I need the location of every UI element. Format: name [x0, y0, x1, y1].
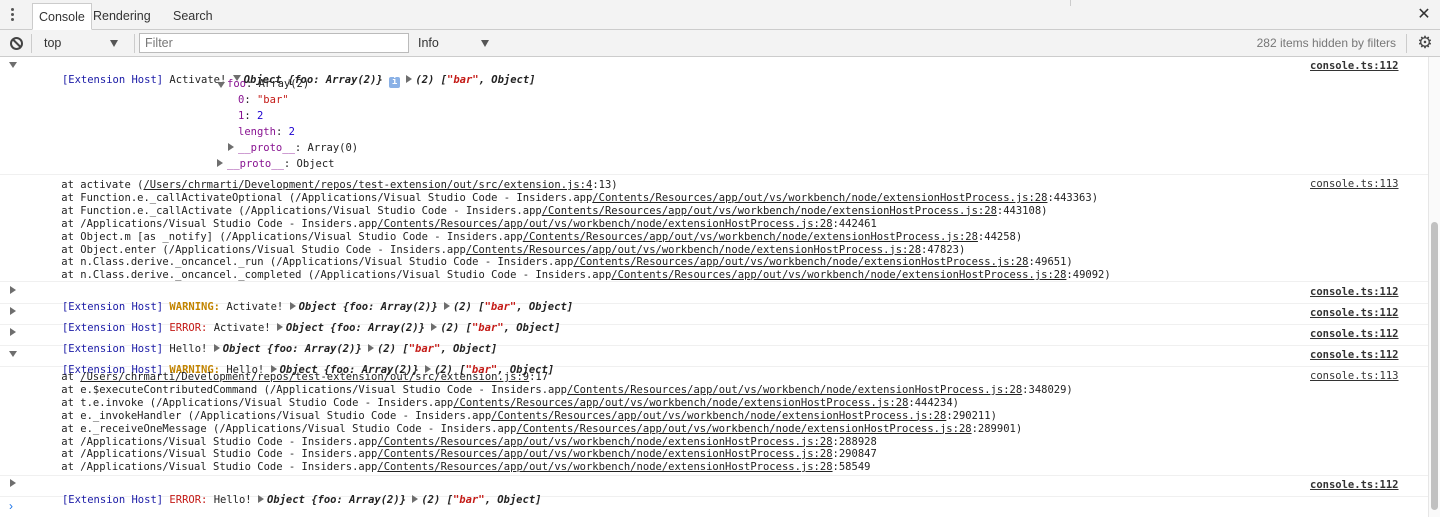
kebab-menu-icon[interactable]	[10, 8, 16, 24]
tree-row-proto[interactable]: __proto__: Array(0)	[238, 142, 358, 155]
message-tag: [Extension Host]	[61, 494, 164, 506]
stack-frame: at t.e.invoke (/Applications/Visual Stud…	[36, 396, 959, 409]
tree-row-proto[interactable]: __proto__: Object	[227, 158, 334, 171]
object-preview[interactable]: Object {foo: Array(2)}	[267, 494, 406, 506]
expand-triangle-icon[interactable]	[257, 495, 264, 503]
stack-frame-link[interactable]: /Contents/Resources/app/out/vs/workbench…	[453, 397, 908, 409]
console-messages: [Extension Host] Activate! Object {foo: …	[0, 57, 1428, 517]
divider	[1070, 0, 1071, 6]
source-link[interactable]: console.ts:112	[1310, 328, 1399, 340]
log-level-value: Info	[418, 36, 439, 50]
hidden-items-count: 282 items hidden by filters	[1256, 36, 1396, 50]
stack-frame-link[interactable]: /Contents/Resources/app/out/vs/workbench…	[377, 448, 832, 460]
expand-triangle-icon[interactable]	[412, 495, 419, 503]
stack-frame: at /Applications/Visual Studio Code - In…	[36, 448, 877, 461]
stack-frame-link[interactable]: /Contents/Resources/app/out/vs/workbench…	[573, 256, 1028, 268]
stack-frame: at n.Class.derive._oncancel._completed (…	[36, 269, 1111, 282]
source-link[interactable]: console.ts:113	[1310, 178, 1399, 190]
tab-search[interactable]: Search	[167, 3, 219, 30]
message-text: Hello!	[213, 494, 252, 506]
stack-frame: at Function.e._callActivateOptional (/Ap…	[36, 191, 1099, 204]
stack-frame: at n.Class.derive._oncancel._run (/Appli…	[36, 256, 1073, 269]
expand-triangle-icon[interactable]	[406, 75, 413, 83]
divider	[1406, 34, 1407, 53]
source-link[interactable]: console.ts:112	[1310, 60, 1399, 72]
expand-triangle-icon[interactable]	[9, 351, 17, 357]
stack-frame: at /Applications/Visual Studio Code - In…	[36, 461, 871, 474]
stack-frame: at e._invokeHandler (/Applications/Visua…	[36, 409, 997, 422]
console-message: [Extension Host] WARNING: Activate! Obje…	[0, 283, 1428, 313]
console-message: [Extension Host] Activate! Object {foo: …	[0, 57, 1428, 175]
close-icon[interactable]: ✕	[1416, 7, 1432, 23]
expand-triangle-icon[interactable]	[217, 159, 223, 167]
console-message: [Extension Host] ERROR: Hello! Object {f…	[0, 476, 1428, 506]
log-level-selector[interactable]: Info	[412, 33, 498, 54]
stack-frame: at e._receiveOneMessage (/Applications/V…	[36, 422, 1023, 435]
tab-console[interactable]: Console	[32, 3, 92, 30]
expand-triangle-icon[interactable]	[217, 82, 225, 88]
stack-frame-link[interactable]: /Contents/Resources/app/out/vs/workbench…	[567, 384, 1022, 396]
chevron-down-icon	[110, 40, 118, 47]
stack-frame-link[interactable]: /Contents/Resources/app/out/vs/workbench…	[542, 205, 997, 217]
chevron-down-icon	[481, 40, 489, 47]
prompt-chevron-icon[interactable]: ›	[9, 499, 13, 513]
source-link[interactable]: console.ts:112	[1310, 479, 1399, 491]
stack-frame-link[interactable]: /Contents/Resources/app/out/vs/workbench…	[377, 436, 832, 448]
stack-frame-link[interactable]: /Contents/Resources/app/out/vs/workbench…	[377, 461, 832, 473]
expand-triangle-icon[interactable]	[10, 307, 16, 315]
tree-row-item: 0: "bar"	[238, 94, 289, 106]
stack-frame: at activate (/Users/chrmarti/Development…	[36, 179, 618, 191]
stack-frame: at Object.m [as _notify] (/Applications/…	[36, 230, 1023, 243]
stack-frame: at Object.enter (/Applications/Visual St…	[36, 243, 966, 256]
stack-frame-link[interactable]: /Contents/Resources/app/out/vs/workbench…	[377, 218, 832, 230]
stack-frame: at Function.e._callActivate (/Applicatio…	[36, 204, 1048, 217]
expand-triangle-icon[interactable]	[228, 143, 234, 151]
stack-frame: at /Applications/Visual Studio Code - In…	[36, 217, 877, 230]
expand-triangle-icon[interactable]	[10, 328, 16, 336]
stack-frame-link[interactable]: /Contents/Resources/app/out/vs/workbench…	[491, 410, 946, 422]
source-link[interactable]: console.ts:113	[1310, 370, 1399, 382]
expand-triangle-icon[interactable]	[10, 286, 16, 294]
stack-trace: console.ts:113 at activate (/Users/chrma…	[0, 175, 1428, 282]
stack-frame: at /Applications/Visual Studio Code - In…	[36, 435, 877, 448]
divider	[31, 34, 32, 53]
stack-frame-link[interactable]: /Contents/Resources/app/out/vs/workbench…	[516, 423, 971, 435]
stack-frame-link[interactable]: /Contents/Resources/app/out/vs/workbench…	[466, 244, 921, 256]
array-preview[interactable]: (2) ["bar", Object]	[421, 494, 541, 506]
stack-frame-link[interactable]: /Contents/Resources/app/out/vs/workbench…	[611, 269, 1066, 281]
expand-triangle-icon[interactable]	[10, 479, 16, 487]
stack-frame: at e.$executeContributedCommand (/Applic…	[36, 383, 1073, 396]
tree-row-length: length: 2	[238, 126, 295, 138]
stack-frame-link[interactable]: /Contents/Resources/app/out/vs/workbench…	[523, 231, 978, 243]
info-icon[interactable]: i	[389, 77, 401, 88]
array-preview[interactable]: (2) ["bar", Object]	[415, 74, 535, 86]
message-tag: [Extension Host]	[61, 74, 164, 86]
console-message: [Extension Host] WARNING: Hello! Object …	[0, 346, 1428, 376]
tree-row-item: 1: 2	[238, 110, 264, 122]
stack-frame-link[interactable]: /Contents/Resources/app/out/vs/workbench…	[592, 192, 1047, 204]
clear-console-icon[interactable]	[10, 37, 23, 50]
expand-triangle-icon[interactable]	[9, 62, 17, 68]
stack-frame-link[interactable]: /Users/chrmarti/Development/repos/test-e…	[80, 371, 529, 383]
devtools-tab-bar: Console Rendering Search ✕	[0, 0, 1440, 30]
stack-frame: at /Users/chrmarti/Development/repos/tes…	[36, 371, 549, 383]
scrollbar-thumb[interactable]	[1431, 222, 1438, 510]
divider	[134, 34, 135, 53]
console-message: [Extension Host] ERROR: Activate! Object…	[0, 304, 1428, 334]
stack-trace: console.ts:113 at /Users/chrmarti/Develo…	[0, 367, 1428, 476]
source-link[interactable]: console.ts:112	[1310, 349, 1399, 361]
context-value: top	[44, 36, 62, 50]
source-link[interactable]: console.ts:112	[1310, 286, 1399, 298]
console-message: [Extension Host] Hello! Object {foo: Arr…	[0, 325, 1428, 355]
level-label: ERROR:	[169, 494, 208, 506]
stack-frame-link[interactable]: /Users/chrmarti/Development/repos/test-e…	[143, 179, 592, 191]
filter-input[interactable]	[139, 33, 409, 53]
tree-row-foo[interactable]: foo: Array(2)	[227, 78, 309, 91]
source-link[interactable]: console.ts:112	[1310, 307, 1399, 319]
settings-gear-icon[interactable]: ⚙	[1416, 34, 1434, 52]
context-selector[interactable]: top	[38, 33, 130, 54]
scrollbar[interactable]	[1428, 57, 1440, 517]
tab-rendering[interactable]: Rendering	[87, 3, 157, 30]
